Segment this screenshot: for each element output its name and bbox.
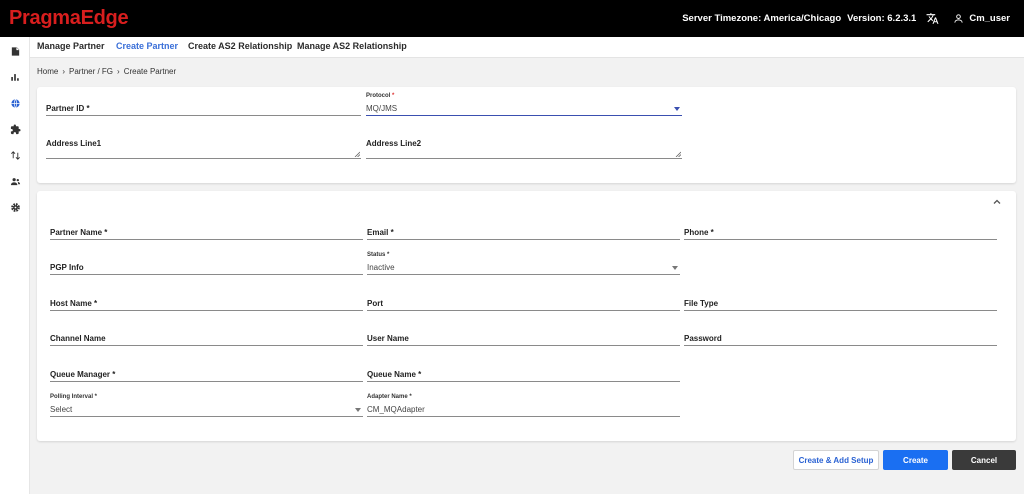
pgp-info-label: PGP Info xyxy=(50,263,84,272)
address-line1-label: Address Line1 xyxy=(46,139,102,148)
channel-name-label: Channel Name xyxy=(50,334,106,343)
adapter-name-field[interactable]: Adapter Name * CM_MQAdapter xyxy=(367,394,680,417)
version: Version: 6.2.3.1 xyxy=(847,13,917,24)
logo: PragmaEdge xyxy=(9,7,129,30)
file-type-field[interactable]: File Type xyxy=(684,297,997,311)
protocol-value: MQ/JMS xyxy=(366,104,398,113)
user-name-field[interactable]: User Name xyxy=(367,332,680,346)
users-icon[interactable] xyxy=(8,174,22,188)
email-label: Email * xyxy=(367,228,394,237)
address-line2-label: Address Line2 xyxy=(366,139,422,148)
polling-interval-select[interactable]: Polling Interval * Select xyxy=(50,394,363,417)
create-add-setup-button[interactable]: Create & Add Setup xyxy=(793,450,879,470)
logo-text-edge: Edge xyxy=(80,7,129,29)
top-bar: PragmaEdge Server Timezone: America/Chic… xyxy=(0,0,1024,37)
pgp-info-field[interactable]: PGP Info xyxy=(50,261,363,275)
partner-details-card: Partner Name * Email * Phone * PGP Info … xyxy=(37,191,1016,441)
phone-field[interactable]: Phone * xyxy=(684,226,997,240)
port-label: Port xyxy=(367,299,383,308)
queue-manager-field[interactable]: Queue Manager * xyxy=(50,368,363,382)
partner-name-field[interactable]: Partner Name * xyxy=(50,226,363,240)
swap-icon[interactable] xyxy=(8,148,22,162)
polling-interval-label: Polling Interval * xyxy=(50,394,98,400)
cancel-button[interactable]: Cancel xyxy=(952,450,1016,470)
breadcrumb: Home › Partner / FG › Create Partner xyxy=(37,67,176,76)
password-field[interactable]: Password xyxy=(684,332,997,346)
partner-basic-card: Partner ID * Protocol * MQ/JMS Address L… xyxy=(37,87,1016,183)
user-name-label: User Name xyxy=(367,334,409,343)
partner-name-label: Partner Name * xyxy=(50,228,108,237)
gear-icon[interactable] xyxy=(8,200,22,214)
chevron-right-icon: › xyxy=(117,67,120,76)
status-select[interactable]: Status * Inactive xyxy=(367,252,680,275)
breadcrumb-partner[interactable]: Partner / FG xyxy=(69,67,113,76)
protocol-label: Protocol * xyxy=(366,93,395,99)
translate-icon[interactable] xyxy=(926,12,939,25)
port-field[interactable]: Port xyxy=(367,297,680,311)
adapter-name-value: CM_MQAdapter xyxy=(367,405,425,414)
status-label: Status * xyxy=(367,252,390,258)
tab-manage-as2-relationship[interactable]: Manage AS2 Relationship xyxy=(297,41,407,51)
header-info: Server Timezone: America/Chicago Version… xyxy=(682,0,1010,37)
status-value: Inactive xyxy=(367,263,395,272)
bar-chart-icon[interactable] xyxy=(8,70,22,84)
host-name-field[interactable]: Host Name * xyxy=(50,297,363,311)
queue-name-label: Queue Name * xyxy=(367,370,422,379)
queue-name-field[interactable]: Queue Name * xyxy=(367,368,680,382)
breadcrumb-home[interactable]: Home xyxy=(37,67,58,76)
puzzle-icon[interactable] xyxy=(8,122,22,136)
globe-icon[interactable] xyxy=(8,96,22,110)
resize-handle-icon[interactable] xyxy=(354,151,360,157)
sidebar xyxy=(0,37,30,494)
create-button[interactable]: Create xyxy=(883,450,948,470)
tab-create-as2-relationship[interactable]: Create AS2 Relationship xyxy=(188,41,292,51)
queue-manager-label: Queue Manager * xyxy=(50,370,116,379)
partner-id-label: Partner ID * xyxy=(46,104,90,113)
chevron-up-icon[interactable] xyxy=(992,197,1002,207)
address-line2-field[interactable]: Address Line2 xyxy=(366,139,682,159)
tab-create-partner[interactable]: Create Partner xyxy=(116,41,178,51)
breadcrumb-current: Create Partner xyxy=(123,67,177,76)
tab-manage-partner[interactable]: Manage Partner xyxy=(37,41,105,51)
file-icon[interactable] xyxy=(8,44,22,58)
file-type-label: File Type xyxy=(684,299,719,308)
caret-down-icon[interactable] xyxy=(672,266,678,270)
top-nav: Manage Partner Create Partner Create AS2… xyxy=(30,37,1024,58)
password-label: Password xyxy=(684,334,722,343)
adapter-name-label: Adapter Name * xyxy=(367,394,412,400)
email-field[interactable]: Email * xyxy=(367,226,680,240)
resize-handle-icon[interactable] xyxy=(675,151,681,157)
phone-label: Phone * xyxy=(684,228,714,237)
caret-down-icon[interactable] xyxy=(355,408,361,412)
protocol-select[interactable]: Protocol * MQ/JMS xyxy=(366,93,682,116)
user-menu[interactable]: Cm_user xyxy=(953,13,1010,24)
caret-down-icon[interactable] xyxy=(674,107,680,111)
channel-name-field[interactable]: Channel Name xyxy=(50,332,363,346)
username: Cm_user xyxy=(969,13,1010,24)
host-name-label: Host Name * xyxy=(50,299,98,308)
polling-interval-value: Select xyxy=(50,405,73,414)
user-icon xyxy=(954,14,963,23)
address-line1-field[interactable]: Address Line1 xyxy=(46,139,361,159)
server-timezone: Server Timezone: America/Chicago xyxy=(682,13,842,24)
logo-text-pragma: Pragma xyxy=(9,7,81,29)
chevron-right-icon: › xyxy=(62,67,66,76)
partner-id-field[interactable]: Partner ID * xyxy=(46,102,361,116)
